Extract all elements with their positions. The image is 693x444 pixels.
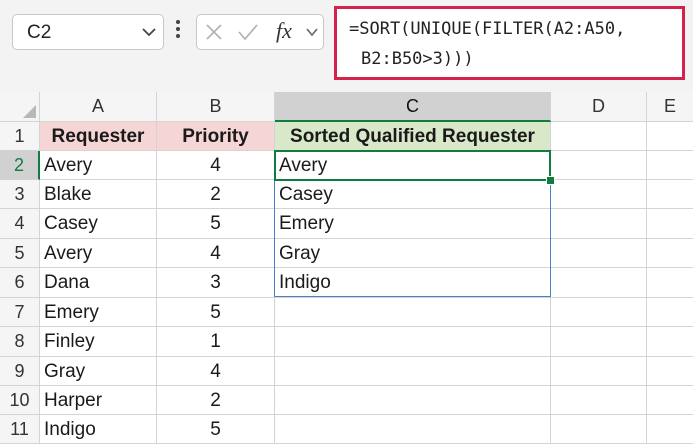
cell-c7[interactable] xyxy=(275,298,551,327)
cell-a4[interactable]: Casey xyxy=(40,209,157,239)
column-header-a[interactable]: A xyxy=(40,92,157,122)
column-header-e[interactable]: E xyxy=(647,92,693,122)
cell-a10[interactable]: Harper xyxy=(40,386,157,415)
formula-text-line-1: =SORT(UNIQUE(FILTER(A2:A50, xyxy=(349,19,626,39)
cell-d9[interactable] xyxy=(551,357,647,386)
cell-e7[interactable] xyxy=(647,298,693,327)
column-header-c[interactable]: C xyxy=(275,92,551,122)
cell-b9[interactable]: 4 xyxy=(157,357,275,386)
name-box-value: C2 xyxy=(27,22,52,43)
formula-bar: C2 fx =SORT(UNIQUE(FILTER(A2:A50, B2:B50… xyxy=(0,0,693,92)
cell-e9[interactable] xyxy=(647,357,693,386)
row-header-9[interactable]: 9 xyxy=(0,357,40,386)
cell-e6[interactable] xyxy=(647,268,693,298)
cell-c6[interactable]: Indigo xyxy=(275,268,551,298)
cell-e11[interactable] xyxy=(647,415,693,444)
cell-a2[interactable]: Avery xyxy=(40,151,157,180)
cell-b3[interactable]: 2 xyxy=(157,180,275,209)
cell-d10[interactable] xyxy=(551,386,647,415)
cell-d7[interactable] xyxy=(551,298,647,327)
column-header-d[interactable]: D xyxy=(551,92,647,122)
cell-e5[interactable] xyxy=(647,239,693,268)
row-header-6[interactable]: 6 xyxy=(0,268,40,298)
cell-a5[interactable]: Avery xyxy=(40,239,157,268)
cell-a8[interactable]: Finley xyxy=(40,327,157,357)
name-box[interactable]: C2 xyxy=(12,14,164,50)
cell-a11[interactable]: Indigo xyxy=(40,415,157,444)
cell-d1[interactable] xyxy=(551,122,647,151)
cell-e10[interactable] xyxy=(647,386,693,415)
cell-b5[interactable]: 4 xyxy=(157,239,275,268)
cell-c10[interactable] xyxy=(275,386,551,415)
cell-c2[interactable]: Avery xyxy=(275,151,551,180)
row-header-2[interactable]: 2 xyxy=(0,151,40,180)
row-header-3[interactable]: 3 xyxy=(0,180,40,209)
check-icon[interactable] xyxy=(237,23,259,41)
cell-e1[interactable] xyxy=(647,122,693,151)
chevron-down-icon[interactable] xyxy=(305,25,319,39)
cell-b11[interactable]: 5 xyxy=(157,415,275,444)
cell-d5[interactable] xyxy=(551,239,647,268)
cell-e4[interactable] xyxy=(647,209,693,239)
cell-b6[interactable]: 3 xyxy=(157,268,275,298)
cell-c8[interactable] xyxy=(275,327,551,357)
chevron-down-icon[interactable] xyxy=(141,24,157,40)
cell-e8[interactable] xyxy=(647,327,693,357)
cell-d4[interactable] xyxy=(551,209,647,239)
cell-b2[interactable]: 4 xyxy=(157,151,275,180)
insert-function-button[interactable]: fx xyxy=(276,18,292,44)
cell-a3[interactable]: Blake xyxy=(40,180,157,209)
cell-a6[interactable]: Dana xyxy=(40,268,157,298)
cell-b8[interactable]: 1 xyxy=(157,327,275,357)
cell-a9[interactable]: Gray xyxy=(40,357,157,386)
cell-d8[interactable] xyxy=(551,327,647,357)
more-options-icon[interactable] xyxy=(176,20,180,42)
select-all-corner[interactable] xyxy=(0,92,40,122)
fill-handle[interactable] xyxy=(546,176,555,185)
cell-d11[interactable] xyxy=(551,415,647,444)
column-header-b[interactable]: B xyxy=(157,92,275,122)
worksheet-grid: A B C D E 1 Requester Priority Sorted Qu… xyxy=(0,92,693,444)
cell-b1[interactable]: Priority xyxy=(157,122,275,151)
row-header-8[interactable]: 8 xyxy=(0,327,40,357)
cancel-icon[interactable] xyxy=(205,23,223,41)
cell-d6[interactable] xyxy=(551,268,647,298)
row-header-5[interactable]: 5 xyxy=(0,239,40,268)
row-header-10[interactable]: 10 xyxy=(0,386,40,415)
formula-text-line-2: B2:B50>3))) xyxy=(361,49,474,69)
formula-buttons: fx xyxy=(196,14,324,50)
cell-e3[interactable] xyxy=(647,180,693,209)
cell-c3[interactable]: Casey xyxy=(275,180,551,209)
cell-a7[interactable]: Emery xyxy=(40,298,157,327)
row-header-11[interactable]: 11 xyxy=(0,415,40,444)
formula-input[interactable]: =SORT(UNIQUE(FILTER(A2:A50, B2:B50>3))) xyxy=(334,6,685,80)
row-header-4[interactable]: 4 xyxy=(0,209,40,239)
row-header-7[interactable]: 7 xyxy=(0,298,40,327)
cell-c11[interactable] xyxy=(275,415,551,444)
cell-d3[interactable] xyxy=(551,180,647,209)
cell-b10[interactable]: 2 xyxy=(157,386,275,415)
cell-a1[interactable]: Requester xyxy=(40,122,157,151)
cell-e2[interactable] xyxy=(647,151,693,180)
row-header-1[interactable]: 1 xyxy=(0,122,40,151)
cell-c4[interactable]: Emery xyxy=(275,209,551,239)
cell-c1[interactable]: Sorted Qualified Requester xyxy=(275,122,551,151)
cell-b4[interactable]: 5 xyxy=(157,209,275,239)
cell-d2[interactable] xyxy=(551,151,647,180)
cell-b7[interactable]: 5 xyxy=(157,298,275,327)
cell-c9[interactable] xyxy=(275,357,551,386)
cell-c5[interactable]: Gray xyxy=(275,239,551,268)
